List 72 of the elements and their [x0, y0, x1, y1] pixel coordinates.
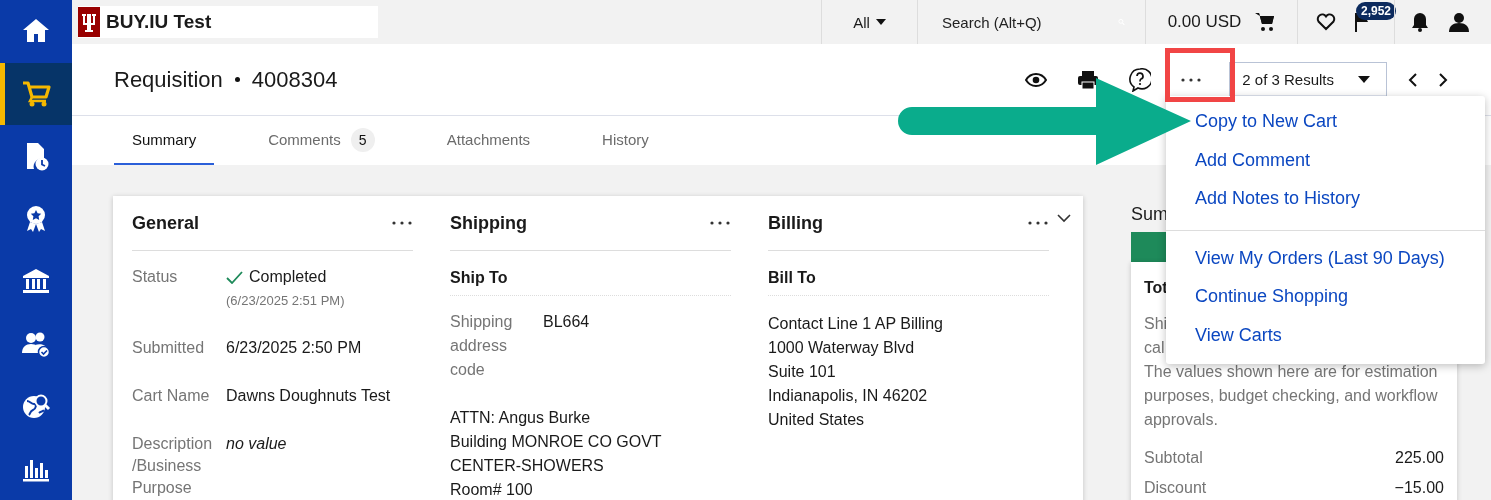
address-line: Room# 100 [450, 480, 534, 500]
page-title: Requisition [114, 66, 223, 93]
field-label: Description /Business Purpose [132, 434, 214, 498]
field-label: Shipping address code [450, 312, 514, 380]
menu-item[interactable]: Add Comment [1195, 140, 1311, 179]
field-value: no value [226, 434, 287, 454]
address-line: 1000 Waterway Blvd [768, 338, 916, 358]
note-text: cal [1144, 338, 1165, 358]
printer-icon[interactable] [1077, 69, 1100, 90]
more-icon[interactable] [1027, 220, 1049, 226]
next-icon[interactable] [1437, 71, 1449, 88]
section-title: General [132, 212, 200, 234]
total-value: 225.00 [1395, 448, 1444, 468]
menu-item[interactable]: Copy to New Cart [1195, 102, 1338, 141]
status-value: Completed [249, 267, 327, 287]
menu-item[interactable]: Add Notes to History [1195, 179, 1361, 218]
separator-dot-icon [234, 77, 240, 82]
bell-icon[interactable] [1411, 12, 1429, 32]
field-label: Submitted [132, 338, 206, 358]
address-line: United States [768, 410, 866, 430]
app-name: BUY.IU Test [106, 11, 212, 33]
more-icon[interactable] [391, 220, 413, 226]
total-label: Discount [1144, 478, 1207, 498]
total-value: −15.00 [1394, 478, 1444, 498]
cart-icon [21, 78, 51, 109]
tab[interactable]: Comments 5 [250, 116, 393, 165]
count-badge: 5 [350, 127, 375, 152]
note-text: The values shown here are for estimation purposes, budget checking, and workflow approvals. [1144, 362, 1439, 430]
caret-icon [875, 19, 886, 25]
field-value: BL664 [543, 312, 590, 332]
field-value: 6/23/2025 2:50 PM [226, 338, 362, 358]
heart-icon[interactable] [1316, 13, 1336, 31]
status-time: (6/23/2025 2:51 PM) [226, 292, 345, 310]
address-line: Indianapolis, IN 46202 [768, 386, 929, 406]
previous-icon[interactable] [1407, 71, 1419, 88]
total-label: Subtotal [1144, 448, 1203, 468]
check-icon [226, 270, 243, 284]
tab[interactable]: History [584, 116, 667, 165]
note-text: Shi [1144, 314, 1168, 334]
eye-icon[interactable] [1025, 72, 1048, 87]
search-field[interactable]: Search (Alt+Q) [942, 13, 1112, 31]
card-title: Tot [1144, 278, 1168, 298]
address-line: Building MONROE CO GOVT CENTER-SHOWERS [450, 432, 663, 476]
requisition-number: 4008304 [251, 66, 338, 93]
address-line: ATTN: Angus Burke [450, 408, 592, 428]
tab[interactable]: Attachments [428, 116, 549, 165]
user-icon[interactable] [1449, 12, 1469, 32]
notification-count: 2,952 [1356, 2, 1397, 20]
more-icon[interactable] [709, 220, 731, 226]
ellipsis-icon [1180, 76, 1203, 83]
field-label: Cart Name [132, 386, 211, 406]
sidebar-item[interactable] [0, 62, 72, 125]
results-dropdown[interactable]: 2 of 3 Results [1229, 61, 1387, 98]
address-line: Suite 101 [768, 362, 837, 382]
trident-icon [81, 11, 97, 33]
field-value: Dawns Doughnuts Test [226, 386, 391, 406]
tab[interactable]: Summary [114, 116, 215, 165]
highlight-box [1165, 48, 1235, 102]
logo[interactable]: BUY.IU Test [78, 6, 378, 38]
field-label: Status [132, 267, 179, 287]
address-line: Contact Line 1 AP Billing [768, 314, 944, 334]
menu-item[interactable]: View My Orders (Last 90 Days) [1195, 238, 1445, 277]
section-subtitle: Ship To [450, 251, 731, 296]
section-subtitle: Bill To [768, 251, 1049, 296]
caret-icon [1358, 76, 1370, 83]
menu-item[interactable]: View Carts [1195, 315, 1282, 354]
section-title: Shipping [450, 212, 527, 234]
collapse-icon[interactable] [1057, 214, 1071, 223]
section-title: Billing [768, 212, 823, 234]
help-icon[interactable] [1129, 67, 1152, 92]
cart-icon [1255, 12, 1276, 32]
menu-item[interactable]: Continue Shopping [1195, 277, 1349, 316]
